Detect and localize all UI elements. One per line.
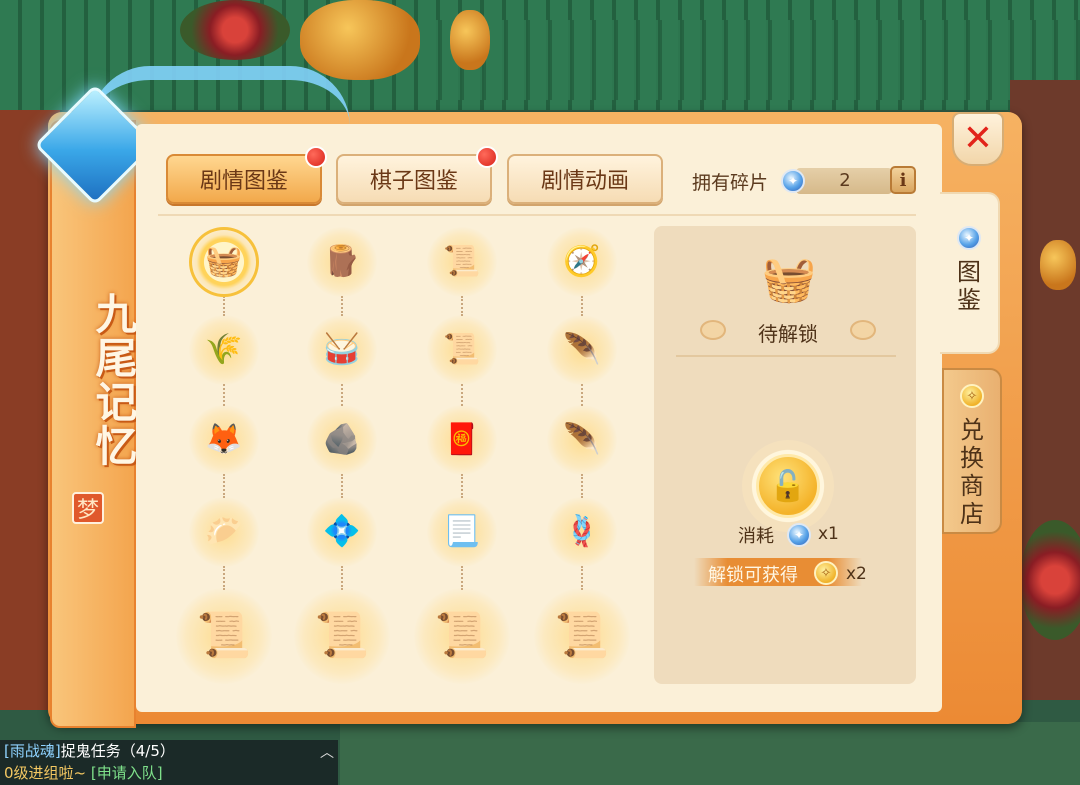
- dream-seal-icon: 梦: [72, 492, 104, 524]
- basket-icon: 🧺: [761, 254, 817, 305]
- codex-item[interactable]: 🪨: [307, 405, 377, 475]
- side-tab-label: 图鉴: [957, 258, 981, 314]
- fragments-count: 2: [839, 170, 851, 191]
- fragments-label: 拥有碎片: [692, 172, 769, 194]
- chat-box[interactable]: [雨战魂]捉鬼任务（4/5） 0级进组啦~ [申请入队] ︿: [0, 740, 338, 785]
- codex-item[interactable]: 🌾: [189, 315, 259, 385]
- tab-story-codex[interactable]: 剧情图鉴: [166, 154, 322, 204]
- fan-icon: 🪶: [563, 332, 601, 367]
- close-button[interactable]: ✕: [952, 112, 1004, 166]
- tab-chess-codex[interactable]: 棋子图鉴: [336, 154, 492, 204]
- codex-item[interactable]: 🪢: [547, 497, 617, 567]
- story-scroll-icon: 📜: [196, 610, 252, 661]
- chat-text: 0级进组啦~: [4, 764, 87, 782]
- fox-mask-icon: 🦊: [205, 422, 243, 457]
- connector-line: [461, 296, 463, 316]
- crystal-icon: ✦: [957, 226, 981, 250]
- cloud-ornament-icon: [700, 320, 726, 340]
- left-banner: 九尾记忆: [50, 120, 138, 728]
- codex-item[interactable]: 📃: [427, 497, 497, 567]
- codex-item[interactable]: 🪵: [307, 227, 377, 297]
- chat-channel: [雨战魂]: [4, 742, 61, 760]
- codex-item[interactable]: 💠: [307, 497, 377, 567]
- codex-item[interactable]: 📜: [414, 588, 510, 684]
- codex-item[interactable]: 🪶: [547, 315, 617, 385]
- connector-line: [223, 566, 225, 590]
- crystal-shards-icon: 💠: [323, 514, 361, 549]
- unlock-button[interactable]: 🔓: [756, 454, 820, 518]
- reward-multiplier: x2: [846, 564, 867, 584]
- codex-item[interactable]: 🦊: [189, 405, 259, 475]
- side-tab-label: 兑换商店: [960, 416, 984, 528]
- codex-item[interactable]: 📜: [427, 227, 497, 297]
- connector-line: [341, 474, 343, 498]
- chess-board-icon: 📜: [443, 332, 481, 367]
- connector-line: [461, 566, 463, 590]
- detail-status: 待解锁: [758, 322, 818, 346]
- talisman-icon: 🧧: [443, 422, 481, 457]
- connector-line: [581, 384, 583, 406]
- codex-item[interactable]: 🧧: [427, 405, 497, 475]
- reward-label: 解锁可获得: [708, 565, 798, 586]
- paper-scroll-icon: 📃: [443, 514, 481, 549]
- divider: [158, 214, 916, 216]
- codex-item[interactable]: 🧭: [547, 227, 617, 297]
- bun-icon: 🥟: [205, 514, 243, 549]
- chess-board-icon: 📜: [443, 244, 481, 279]
- crystal-fragment-icon: ✦: [787, 523, 811, 547]
- compass-icon: 🧭: [563, 244, 601, 279]
- banner-title: 九尾记忆: [89, 292, 138, 468]
- notification-dot: [305, 146, 327, 168]
- connector-line: [461, 474, 463, 498]
- codex-item[interactable]: 🥁: [307, 315, 377, 385]
- chevron-up-icon[interactable]: ︿: [320, 742, 334, 764]
- side-tab-codex[interactable]: ✦ 图鉴: [940, 192, 1000, 354]
- side-tab-exchange-shop[interactable]: ✧ 兑换商店: [942, 368, 1002, 534]
- cost-multiplier: x1: [818, 524, 839, 544]
- chat-text: 捉鬼任务（4/5）: [60, 742, 175, 760]
- codex-item[interactable]: 📜: [427, 315, 497, 385]
- coin-icon: ✧: [814, 561, 838, 585]
- wheat-icon: 🌾: [205, 332, 243, 367]
- rope-icon: 🪢: [563, 514, 601, 549]
- connector-line: [223, 296, 225, 316]
- coin-icon: ✧: [960, 384, 984, 408]
- tab-label: 剧情动画: [540, 169, 629, 194]
- join-team-link[interactable]: [申请入队]: [91, 764, 163, 782]
- stone-tablet-icon: 🪨: [323, 422, 361, 457]
- connector-line: [341, 296, 343, 316]
- tab-label: 棋子图鉴: [369, 169, 458, 194]
- connector-line: [223, 384, 225, 406]
- story-scroll-icon: 📜: [314, 610, 370, 661]
- chat-message: 0级进组啦~ [申请入队]: [4, 762, 338, 784]
- cost-label: 消耗: [738, 526, 774, 547]
- fan-icon: 🪶: [563, 422, 601, 457]
- detail-divider: [676, 355, 896, 357]
- story-scroll-icon: 📜: [434, 610, 490, 661]
- basket-icon: 🧺: [205, 244, 243, 279]
- connector-line: [581, 474, 583, 498]
- connector-line: [461, 384, 463, 406]
- notification-dot: [476, 146, 498, 168]
- codex-item[interactable]: 📜: [294, 588, 390, 684]
- codex-item[interactable]: 📜: [176, 588, 272, 684]
- connector-line: [581, 566, 583, 590]
- connector-line: [341, 566, 343, 590]
- cloud-ornament-icon: [850, 320, 876, 340]
- chat-message: [雨战魂]捉鬼任务（4/5）: [4, 740, 338, 762]
- close-icon: ✕: [962, 118, 994, 159]
- tab-story-animation[interactable]: 剧情动画: [507, 154, 663, 204]
- info-button[interactable]: i: [890, 166, 916, 194]
- tab-label: 剧情图鉴: [199, 169, 288, 194]
- codex-item[interactable]: 🥟: [189, 497, 259, 567]
- connector-line: [223, 474, 225, 498]
- connector-line: [341, 384, 343, 406]
- scroll-bundle-icon: 🪵: [323, 244, 361, 279]
- connector-line: [581, 296, 583, 316]
- codex-item[interactable]: 🪶: [547, 405, 617, 475]
- story-scroll-icon: 📜: [554, 610, 610, 661]
- drum-icon: 🥁: [323, 332, 361, 367]
- codex-item[interactable]: 📜: [534, 588, 630, 684]
- codex-item[interactable]: 🧺: [189, 227, 259, 297]
